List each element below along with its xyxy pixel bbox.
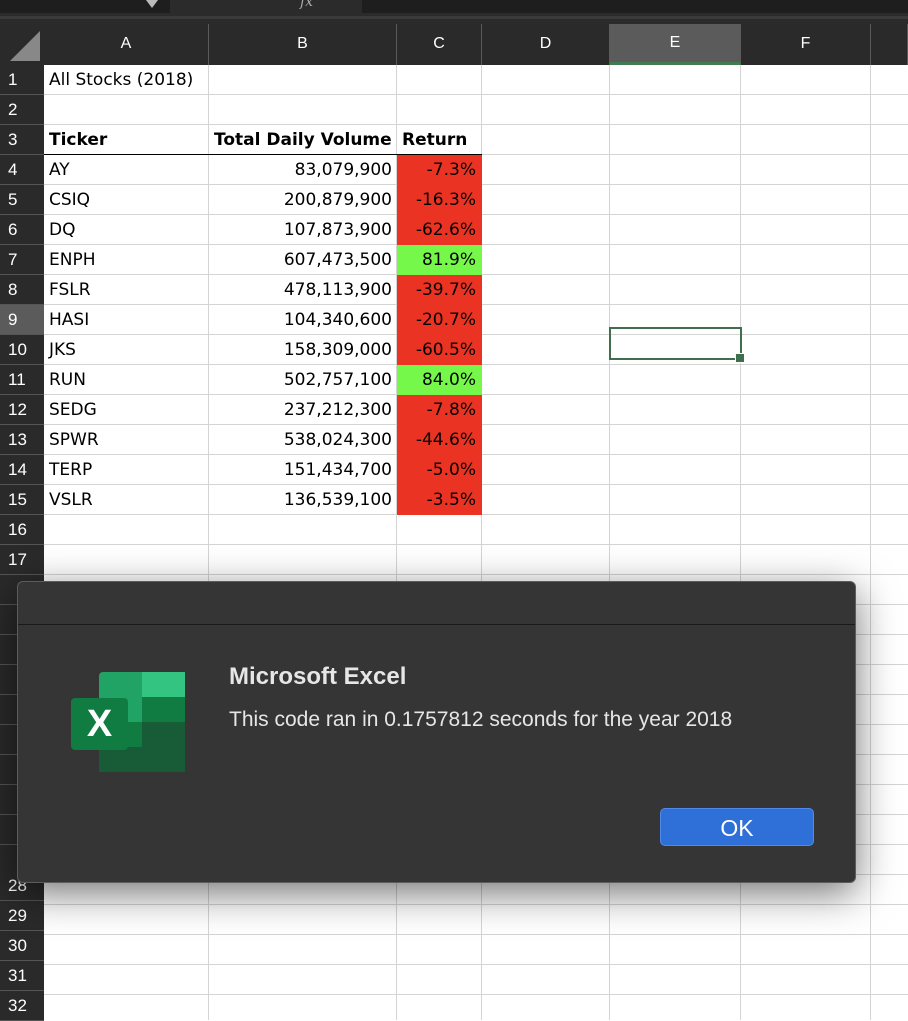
excel-icon-letter: X (87, 703, 113, 745)
column-header-a[interactable]: A (44, 24, 209, 65)
volume-cell[interactable]: 200,879,900 (209, 185, 398, 214)
column-header-c[interactable]: C (397, 24, 482, 65)
volume-cell[interactable]: 237,212,300 (209, 395, 398, 424)
volume-cell[interactable]: 107,873,900 (209, 215, 398, 244)
ticker-cell[interactable]: ENPH (44, 245, 210, 274)
header-return[interactable]: Return (397, 125, 482, 154)
return-cell[interactable]: -20.7% (397, 305, 482, 335)
fx-label[interactable]: fx (300, 0, 313, 10)
volume-cell[interactable]: 83,079,900 (209, 155, 398, 184)
row-header-29[interactable]: 29 (0, 901, 44, 931)
row-header-12[interactable]: 12 (0, 395, 44, 425)
ticker-cell[interactable]: CSIQ (44, 185, 210, 214)
return-cell[interactable]: -60.5% (397, 335, 482, 365)
row-header-5[interactable]: 5 (0, 185, 44, 215)
ticker-cell[interactable]: VSLR (44, 485, 210, 514)
ticker-cell[interactable]: SPWR (44, 425, 210, 454)
excel-app-icon: X (71, 672, 185, 772)
column-header-f[interactable]: F (741, 24, 871, 65)
ok-button[interactable]: OK (660, 808, 814, 846)
return-cell[interactable]: -5.0% (397, 455, 482, 485)
row-header-7[interactable]: 7 (0, 245, 44, 275)
return-cell[interactable]: 81.9% (397, 245, 482, 275)
select-all-button[interactable] (0, 24, 45, 65)
return-cell[interactable]: -7.8% (397, 395, 482, 425)
row-header-17[interactable]: 17 (0, 545, 44, 575)
ticker-cell[interactable]: RUN (44, 365, 210, 394)
dialog-title: Microsoft Excel (229, 663, 407, 690)
row-header-4[interactable]: 4 (0, 155, 44, 185)
column-header-g[interactable] (871, 24, 908, 65)
row-header-30[interactable]: 30 (0, 931, 44, 961)
volume-cell[interactable]: 502,757,100 (209, 365, 398, 394)
column-header-b[interactable]: B (209, 24, 397, 65)
formula-input[interactable] (362, 0, 908, 13)
return-cell[interactable]: -3.5% (397, 485, 482, 515)
select-all-icon (10, 31, 40, 61)
chevron-down-icon[interactable] (146, 0, 158, 8)
dialog-titlebar[interactable] (18, 582, 855, 625)
row-header-31[interactable]: 31 (0, 961, 44, 991)
return-cell[interactable]: -44.6% (397, 425, 482, 455)
grid-line (870, 65, 871, 1020)
ticker-cell[interactable]: HASI (44, 305, 210, 334)
ticker-cell[interactable]: SEDG (44, 395, 210, 424)
volume-cell[interactable]: 607,473,500 (209, 245, 398, 274)
return-cell[interactable]: 84.0% (397, 365, 482, 395)
return-cell[interactable]: -39.7% (397, 275, 482, 305)
volume-cell[interactable]: 104,340,600 (209, 305, 398, 334)
row-header-14[interactable]: 14 (0, 455, 44, 485)
row-header-3[interactable]: 3 (0, 125, 44, 155)
formula-bar: fx (0, 0, 908, 24)
ticker-cell[interactable]: TERP (44, 455, 210, 484)
row-header-32[interactable]: 32 (0, 991, 44, 1021)
row-header-11[interactable]: 11 (0, 365, 44, 395)
row-header-1[interactable]: 1 (0, 65, 44, 95)
volume-cell[interactable]: 151,434,700 (209, 455, 398, 484)
active-cell[interactable] (609, 327, 745, 363)
row-header-8[interactable]: 8 (0, 275, 44, 305)
row-header-10[interactable]: 10 (0, 335, 44, 365)
dialog-message: This code ran in 0.1757812 seconds for t… (229, 708, 733, 731)
ticker-cell[interactable]: DQ (44, 215, 210, 244)
column-header-d[interactable]: D (482, 24, 610, 65)
volume-cell[interactable]: 136,539,100 (209, 485, 398, 514)
row-header-13[interactable]: 13 (0, 425, 44, 455)
sheet-title-cell[interactable]: All Stocks (2018) (44, 65, 210, 94)
volume-cell[interactable]: 478,113,900 (209, 275, 398, 304)
volume-cell[interactable]: 538,024,300 (209, 425, 398, 454)
ticker-cell[interactable]: JKS (44, 335, 210, 364)
message-dialog: X Microsoft Excel This code ran in 0.175… (17, 581, 856, 883)
fill-handle[interactable] (735, 353, 745, 363)
row-header-9[interactable]: 9 (0, 305, 44, 335)
name-box[interactable] (0, 0, 170, 13)
column-header-e[interactable]: E (610, 24, 741, 65)
row-header-2[interactable]: 2 (0, 95, 44, 125)
return-cell[interactable]: -62.6% (397, 215, 482, 245)
row-header-6[interactable]: 6 (0, 215, 44, 245)
header-volume[interactable]: Total Daily Volume (209, 125, 398, 154)
divider (0, 16, 908, 19)
return-cell[interactable]: -16.3% (397, 185, 482, 215)
header-ticker[interactable]: Ticker (44, 125, 210, 154)
return-cell[interactable]: -7.3% (397, 155, 482, 185)
ticker-cell[interactable]: FSLR (44, 275, 210, 304)
row-header-15[interactable]: 15 (0, 485, 44, 515)
ticker-cell[interactable]: AY (44, 155, 210, 184)
row-header-16[interactable]: 16 (0, 515, 44, 545)
volume-cell[interactable]: 158,309,000 (209, 335, 398, 364)
